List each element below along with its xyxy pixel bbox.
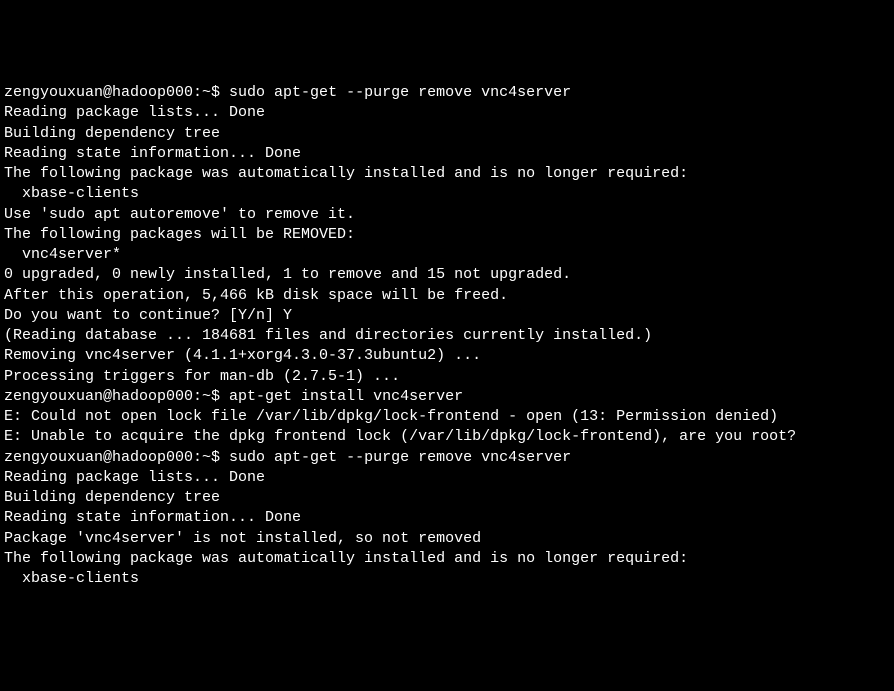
terminal-line: Reading package lists... Done	[4, 103, 890, 123]
terminal-output: E: Could not open lock file /var/lib/dpk…	[4, 408, 778, 425]
terminal-line: After this operation, 5,466 kB disk spac…	[4, 286, 890, 306]
terminal-line: zengyouxuan@hadoop000:~$ apt-get install…	[4, 387, 890, 407]
terminal-line: Do you want to continue? [Y/n] Y	[4, 306, 890, 326]
terminal-output: Removing vnc4server (4.1.1+xorg4.3.0-37.…	[4, 347, 481, 364]
terminal-output: Do you want to continue? [Y/n] Y	[4, 307, 292, 324]
terminal-output: Building dependency tree	[4, 125, 220, 142]
terminal-output: Package 'vnc4server' is not installed, s…	[4, 530, 481, 547]
terminal-line: Reading state information... Done	[4, 508, 890, 528]
shell-command: apt-get install vnc4server	[229, 388, 463, 405]
terminal-output: Use 'sudo apt autoremove' to remove it.	[4, 206, 355, 223]
terminal-output: Reading state information... Done	[4, 509, 301, 526]
terminal-line: Reading package lists... Done	[4, 468, 890, 488]
terminal-output: Reading package lists... Done	[4, 469, 265, 486]
terminal-line: Building dependency tree	[4, 124, 890, 144]
shell-command: sudo apt-get --purge remove vnc4server	[229, 84, 571, 101]
terminal-line: zengyouxuan@hadoop000:~$ sudo apt-get --…	[4, 83, 890, 103]
terminal-output: Building dependency tree	[4, 489, 220, 506]
terminal-output: 0 upgraded, 0 newly installed, 1 to remo…	[4, 266, 571, 283]
terminal-line: The following package was automatically …	[4, 164, 890, 184]
terminal-line: xbase-clients	[4, 569, 890, 589]
terminal-output: Processing triggers for man-db (2.7.5-1)…	[4, 368, 400, 385]
terminal-line: E: Could not open lock file /var/lib/dpk…	[4, 407, 890, 427]
terminal-line: (Reading database ... 184681 files and d…	[4, 326, 890, 346]
terminal-output: vnc4server*	[4, 246, 121, 263]
terminal-output: Reading package lists... Done	[4, 104, 265, 121]
terminal-line: The following packages will be REMOVED:	[4, 225, 890, 245]
terminal-window[interactable]: zengyouxuan@hadoop000:~$ sudo apt-get --…	[4, 83, 890, 589]
shell-prompt: zengyouxuan@hadoop000:~$	[4, 388, 229, 405]
terminal-line: Processing triggers for man-db (2.7.5-1)…	[4, 367, 890, 387]
terminal-output: E: Unable to acquire the dpkg frontend l…	[4, 428, 796, 445]
terminal-output: The following packages will be REMOVED:	[4, 226, 355, 243]
terminal-output: xbase-clients	[4, 570, 139, 587]
terminal-line: Building dependency tree	[4, 488, 890, 508]
terminal-line: Removing vnc4server (4.1.1+xorg4.3.0-37.…	[4, 346, 890, 366]
shell-command: sudo apt-get --purge remove vnc4server	[229, 449, 571, 466]
terminal-line: The following package was automatically …	[4, 549, 890, 569]
terminal-line: xbase-clients	[4, 184, 890, 204]
terminal-output: The following package was automatically …	[4, 165, 688, 182]
terminal-line: vnc4server*	[4, 245, 890, 265]
terminal-line: E: Unable to acquire the dpkg frontend l…	[4, 427, 890, 447]
terminal-line: zengyouxuan@hadoop000:~$ sudo apt-get --…	[4, 448, 890, 468]
terminal-line: 0 upgraded, 0 newly installed, 1 to remo…	[4, 265, 890, 285]
terminal-output: After this operation, 5,466 kB disk spac…	[4, 287, 508, 304]
shell-prompt: zengyouxuan@hadoop000:~$	[4, 84, 229, 101]
terminal-output: xbase-clients	[4, 185, 139, 202]
shell-prompt: zengyouxuan@hadoop000:~$	[4, 449, 229, 466]
terminal-output: Reading state information... Done	[4, 145, 301, 162]
terminal-output: (Reading database ... 184681 files and d…	[4, 327, 652, 344]
terminal-line: Use 'sudo apt autoremove' to remove it.	[4, 205, 890, 225]
terminal-line: Reading state information... Done	[4, 144, 890, 164]
terminal-output: The following package was automatically …	[4, 550, 688, 567]
terminal-line: Package 'vnc4server' is not installed, s…	[4, 529, 890, 549]
